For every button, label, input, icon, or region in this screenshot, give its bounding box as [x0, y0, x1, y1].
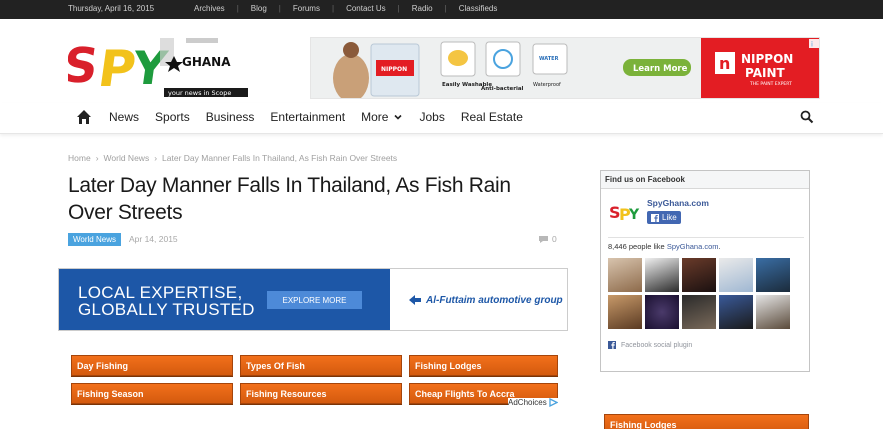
like-label: Like — [662, 213, 677, 222]
fan-avatar[interactable] — [645, 258, 679, 292]
sidebar-ad-link[interactable]: Fishing Lodges — [604, 414, 809, 429]
divider — [608, 237, 804, 238]
svg-text:WATER: WATER — [539, 56, 559, 62]
breadcrumb-current: Later Day Manner Falls In Thailand, As F… — [162, 153, 398, 163]
search-icon[interactable] — [800, 110, 814, 124]
banner-line2: GLOBALLY TRUSTED — [78, 300, 255, 319]
nav-item-entertainment[interactable]: Entertainment — [270, 110, 345, 124]
comment-count[interactable]: 0 — [538, 234, 557, 244]
svg-text:THE PAINT EXPERT: THE PAINT EXPERT — [749, 81, 792, 87]
adchoices-text: AdChoices — [508, 398, 547, 407]
like-count-text: 8,446 people like — [608, 242, 665, 251]
ad-link-day-fishing[interactable]: Day Fishing — [71, 355, 233, 376]
top-link-blog[interactable]: Blog — [251, 4, 267, 13]
category-badge[interactable]: World News — [68, 232, 121, 246]
svg-text:Learn More: Learn More — [633, 64, 688, 74]
facebook-widget-header: Find us on Facebook — [601, 171, 809, 189]
adchoices-icon — [549, 398, 558, 407]
svg-text:GHANA: GHANA — [182, 55, 231, 69]
nav-item-real-estate[interactable]: Real Estate — [461, 110, 523, 124]
ad-link-fishing-season[interactable]: Fishing Season — [71, 383, 233, 404]
top-link-contact-us[interactable]: Contact Us — [346, 4, 386, 13]
nav-item-sports[interactable]: Sports — [155, 110, 190, 124]
fan-avatar[interactable] — [719, 295, 753, 329]
facebook-icon — [608, 341, 616, 349]
sponsor-logo-icon — [409, 295, 421, 305]
home-icon[interactable] — [76, 109, 92, 125]
top-link-forums[interactable]: Forums — [293, 4, 320, 13]
svg-text:i: i — [811, 41, 813, 49]
explore-more-button[interactable]: EXPLORE MORE — [267, 291, 362, 309]
breadcrumb: Home › World News › Later Day Manner Fal… — [68, 153, 398, 163]
fan-avatar[interactable] — [645, 295, 679, 329]
svg-text:NIPPON: NIPPON — [381, 66, 407, 73]
article-meta: World News Apr 14, 2015 — [68, 232, 178, 246]
fan-avatar[interactable] — [608, 295, 642, 329]
svg-text:Anti-bacterial: Anti-bacterial — [481, 86, 524, 92]
svg-text:Waterproof: Waterproof — [533, 82, 561, 88]
facebook-f-icon — [651, 213, 659, 222]
fan-avatar[interactable] — [608, 258, 642, 292]
like-count: 8,446 people like SpyGhana.com. — [608, 242, 721, 251]
fan-avatar[interactable] — [682, 258, 716, 292]
svg-text:Y: Y — [628, 207, 640, 223]
article-date: Apr 14, 2015 — [128, 234, 178, 244]
site-logo[interactable]: S P Y GHANA your news in Scope — [59, 32, 248, 98]
fan-faces — [608, 258, 798, 329]
fan-avatar[interactable] — [682, 295, 716, 329]
nav-item-news[interactable]: News — [109, 110, 139, 124]
fan-avatar[interactable] — [756, 258, 790, 292]
svg-text:NIPPON: NIPPON — [741, 52, 793, 66]
article-title: Later Day Manner Falls In Thailand, As F… — [68, 174, 511, 224]
like-count-end: . — [718, 242, 721, 251]
sponsor-logo: Al-Futtaim automotive group — [408, 294, 563, 306]
nav-item-more-label: More — [361, 110, 389, 124]
top-link-classifieds[interactable]: Classifieds — [459, 4, 498, 13]
comment-icon — [539, 235, 548, 243]
facebook-widget: Find us on Facebook S P Y SpyGhana.com L… — [600, 170, 810, 372]
breadcrumb-home[interactable]: Home — [68, 153, 91, 163]
ad-link-fishing-resources[interactable]: Fishing Resources — [240, 383, 402, 404]
nav-item-jobs[interactable]: Jobs — [419, 110, 444, 124]
fan-avatar[interactable] — [756, 295, 790, 329]
comment-count-value: 0 — [552, 234, 557, 244]
facebook-plugin-text: Facebook social plugin — [621, 341, 693, 349]
adchoices-label[interactable]: AdChoices — [508, 398, 558, 407]
sponsor-name: Al-Futtaim automotive group — [426, 294, 563, 306]
svg-text:n: n — [719, 54, 730, 73]
facebook-page: S P Y SpyGhana.com Like — [608, 196, 709, 228]
like-button[interactable]: Like — [647, 211, 681, 224]
fan-avatar[interactable] — [719, 258, 753, 292]
top-link-archives[interactable]: Archives — [194, 4, 225, 13]
breadcrumb-category[interactable]: World News — [104, 153, 150, 163]
like-count-link[interactable]: SpyGhana.com — [667, 242, 719, 251]
top-link-radio[interactable]: Radio — [412, 4, 433, 13]
top-links: Archives | Blog | Forums | Contact Us | Radi… — [194, 4, 498, 13]
current-date: Thursday, April 16, 2015 — [68, 4, 155, 13]
svg-text:PAINT: PAINT — [745, 66, 785, 80]
svg-text:your news in Scope: your news in Scope — [168, 89, 231, 97]
nav-item-more[interactable]: More — [361, 110, 403, 124]
ad-link-fishing-lodges[interactable]: Fishing Lodges — [409, 355, 558, 376]
chevron-down-icon — [394, 114, 403, 120]
ad-link-types-of-fish[interactable]: Types Of Fish — [240, 355, 402, 376]
page-avatar[interactable]: S P Y — [608, 196, 642, 228]
facebook-plugin-label[interactable]: Facebook social plugin — [608, 341, 692, 349]
nav-item-business[interactable]: Business — [206, 110, 255, 124]
page-name[interactable]: SpyGhana.com — [647, 198, 709, 208]
top-bar: Thursday, April 16, 2015 Archives | Blog |… — [0, 0, 883, 19]
main-navigation: News Sports Business Entertainment More … — [0, 103, 883, 134]
top-advertisement[interactable]: NIPPON Easily Washable Anti-bacterial WA… — [310, 37, 820, 99]
banner-advertisement[interactable]: LOCAL EXPERTISE, GLOBALLY TRUSTED EXPLOR… — [58, 268, 568, 331]
